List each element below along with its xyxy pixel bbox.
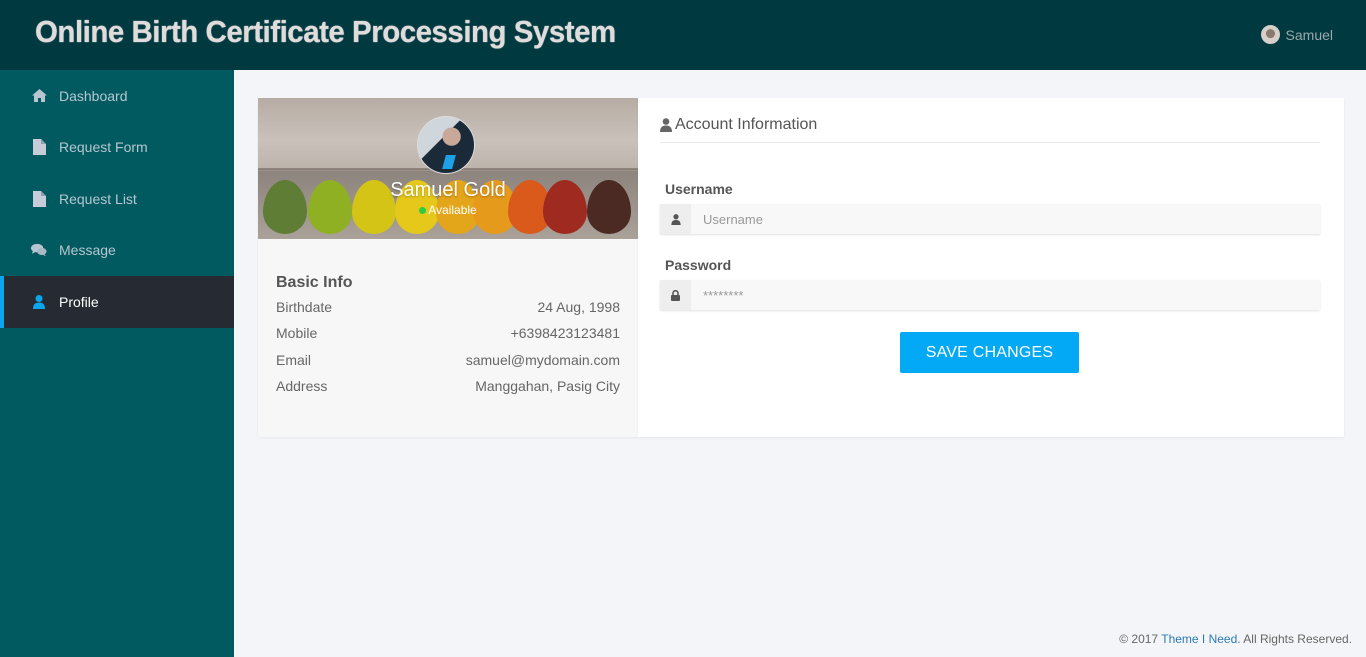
profile-name: Samuel Gold [390,179,506,201]
sidebar-item-label: Message [59,242,116,259]
top-bar: Online Birth Certificate Processing Syst… [0,0,1366,70]
info-row-email: Email samuel@mydomain.com [276,349,620,375]
file-icon [31,190,47,207]
status-text: Available [428,203,477,217]
password-label: Password [665,257,732,273]
user-menu[interactable]: Samuel [1260,25,1333,44]
info-value: Manggahan, Pasig City [475,377,620,394]
sidebar-item-request-form[interactable]: Request Form [0,122,234,174]
lock-icon [660,280,691,310]
sidebar-item-label: Request List [59,190,137,207]
sidebar-item-label: Request Form [59,139,148,156]
sidebar-item-dashboard[interactable]: Dashboard [0,70,234,122]
info-label: Mobile [276,325,318,342]
home-icon [31,88,47,104]
account-card: Account Information Username Password SA… [638,98,1344,437]
footer-link[interactable]: Theme I Need [1161,632,1237,646]
profile-photo [417,116,475,174]
username-group [660,204,1320,234]
info-label: Email [276,351,312,368]
save-changes-button[interactable]: SAVE CHANGES [900,332,1079,373]
user-name: Samuel [1285,26,1333,43]
info-value: +6398423123481 [510,325,620,342]
comments-icon [31,242,47,258]
user-icon [31,294,47,310]
password-group [660,280,1320,310]
file-icon [31,139,47,156]
sidebar-item-profile[interactable]: Profile [0,276,234,328]
footer: © 2017 Theme I Need. All Rights Reserved… [1119,632,1352,646]
cover-image: Samuel Gold Available [258,98,638,239]
username-label: Username [665,181,733,197]
user-icon [660,204,691,234]
profile-card: Samuel Gold Available Basic Info Birthda… [258,98,638,437]
user-icon [660,118,672,137]
footer-rights: . All Rights Reserved. [1237,632,1352,646]
info-label: Birthdate [276,299,333,315]
sidebar-item-message[interactable]: Message [0,225,234,277]
sidebar-item-label: Profile [59,293,99,310]
password-input[interactable] [691,280,1320,310]
info-row-birthdate: Birthdate 24 Aug, 1998 [276,296,620,322]
info-label: Address [276,377,328,394]
info-value: 24 Aug, 1998 [537,299,620,315]
account-title: Account Information [675,116,818,133]
sidebar-item-request-list[interactable]: Request List [0,173,234,225]
info-row-mobile: Mobile +6398423123481 [276,322,620,348]
user-avatar [1260,25,1280,44]
basic-info: Basic Info Birthdate 24 Aug, 1998 Mobile… [258,239,638,401]
basic-info-title: Basic Info [276,274,353,291]
app-title: Online Birth Certificate Processing Syst… [35,14,616,49]
account-header: Account Information [660,116,1320,143]
status-badge: Available [258,203,638,217]
info-value: samuel@mydomain.com [465,351,620,368]
info-row-address: Address Manggahan, Pasig City [276,375,620,401]
username-input[interactable] [691,204,1320,234]
status-dot-icon [419,207,427,214]
sidebar-item-label: Dashboard [59,87,128,104]
footer-copyright: © 2017 [1119,632,1162,646]
sidebar: Dashboard Request Form Request List Mess… [0,70,234,657]
